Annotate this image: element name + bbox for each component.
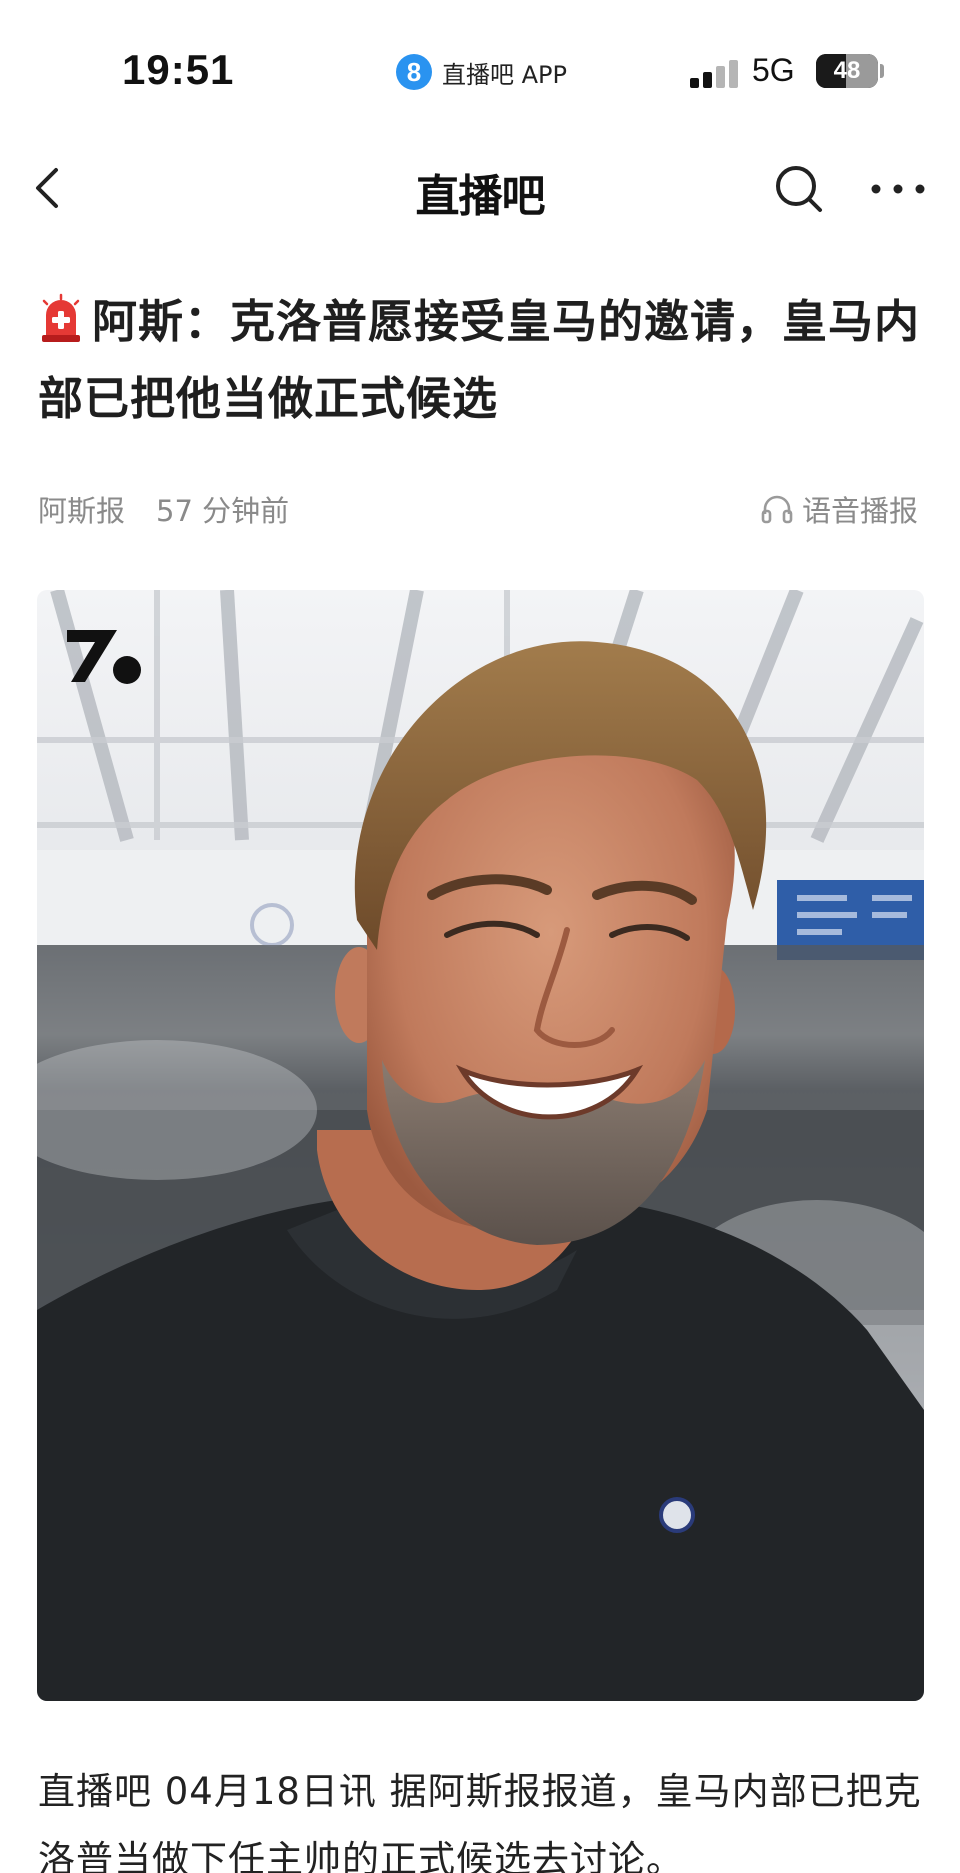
- battery-level: 48: [833, 57, 861, 84]
- audio-playback-button[interactable]: 语音播报: [760, 488, 918, 530]
- article-body: 直播吧 04月18日讯 据阿斯报报道，皇马内部已把克洛普当做下任主帅的正式候选去…: [38, 1770, 922, 1873]
- network-type: 5G: [752, 52, 795, 88]
- article-page: 19:51 8 直播吧 APP 5G 48 直播吧 阿斯：克洛普愿接受皇马的邀请…: [0, 0, 960, 1873]
- battery-icon: 48: [816, 54, 878, 88]
- more-options-button[interactable]: [864, 160, 934, 218]
- app-badge-icon: 8: [396, 54, 432, 90]
- audio-label: 语音播报: [801, 494, 918, 528]
- article-time: 57 分钟前: [156, 494, 290, 528]
- status-app-indicator[interactable]: 8 直播吧 APP: [396, 54, 567, 90]
- article-hero-image[interactable]: [37, 590, 924, 1701]
- search-icon: [776, 166, 822, 212]
- hero-illustration: [37, 590, 924, 1701]
- signal-strength-icon: [690, 60, 740, 88]
- search-button[interactable]: [770, 160, 828, 218]
- status-time: 19:51: [122, 46, 235, 93]
- battery-tip: [880, 64, 884, 78]
- nav-bar: 直播吧: [0, 140, 960, 240]
- siren-icon: [42, 293, 80, 342]
- headline-text: 阿斯：克洛普愿接受皇马的邀请，皇马内部已把他当做正式候选: [38, 295, 921, 425]
- status-bar: 19:51 8 直播吧 APP 5G 48: [0, 0, 960, 140]
- status-app-name: 直播吧 APP: [442, 60, 567, 89]
- headphones-icon: [761, 495, 793, 524]
- article-headline: 阿斯：克洛普愿接受皇马的邀请，皇马内部已把他当做正式候选: [38, 283, 928, 437]
- article-source[interactable]: 阿斯报: [38, 488, 125, 530]
- more-dots-icon: [871, 184, 925, 194]
- article-meta: 阿斯报 57 分钟前 语音播报: [38, 488, 918, 532]
